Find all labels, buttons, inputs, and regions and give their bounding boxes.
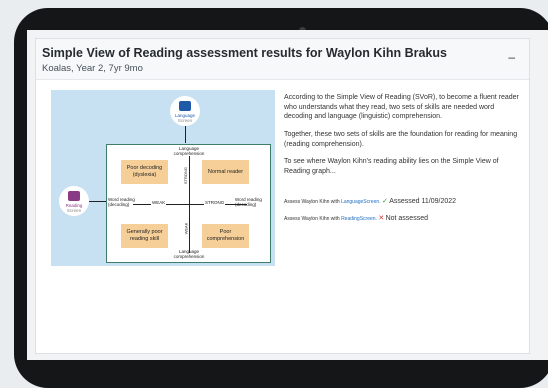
weak-vertical-label: WEAK xyxy=(183,222,189,235)
collapse-button[interactable]: – xyxy=(508,50,515,64)
bottom-axis-label: Language comprehension xyxy=(173,249,205,259)
strong-vertical-label: STRONG xyxy=(183,166,189,185)
reading-status: Not assessed xyxy=(385,215,428,222)
screen: Simple View of Reading assessment result… xyxy=(27,30,548,360)
check-icon: ✓ xyxy=(381,198,388,205)
svor-description: According to the Simple View of Reading … xyxy=(284,93,519,185)
strong-horizontal-label: STRONG xyxy=(204,200,226,205)
svor-diagram: Language Screen Reading Screen Language … xyxy=(51,90,275,266)
card-header: Simple View of Reading assessment result… xyxy=(36,39,529,80)
reading-screen-icon xyxy=(68,191,80,201)
quadrant-poor-decoding: Poor decoding (dyslexia) xyxy=(121,160,168,184)
right-axis-label: Word reading (decoding) xyxy=(235,197,262,207)
reading-screen-badge: Reading Screen xyxy=(59,186,89,216)
arrow-right-icon xyxy=(89,201,106,202)
svor-grid: Language comprehension Poor decoding (dys… xyxy=(106,144,271,263)
language-status: Assessed 11/09/2022 xyxy=(389,198,457,205)
assessment-row-language: Assess Waylon Kihn with LanguageScreen. … xyxy=(284,198,457,205)
weak-horizontal-label: WEAK xyxy=(151,200,167,205)
assessment-row-reading: Assess Waylon Kihn with ReadingScreen. ✕… xyxy=(284,215,428,222)
reading-screen-label-line2: Screen xyxy=(66,208,82,213)
left-axis-label: Word reading (decoding) xyxy=(108,197,135,207)
arrow-down-icon xyxy=(185,126,186,143)
results-card: Simple View of Reading assessment result… xyxy=(35,38,530,354)
description-paragraph-3: To see where Waylon Kihn's reading abili… xyxy=(284,158,499,175)
language-screen-link[interactable]: LanguageScreen. xyxy=(341,199,380,205)
top-axis-label: Language comprehension xyxy=(173,146,205,156)
description-paragraph-2: Together, these two sets of skills are t… xyxy=(284,130,518,148)
reading-screen-link[interactable]: ReadingScreen. xyxy=(341,216,377,222)
quadrant-generally-poor: Generally poor reading skill xyxy=(121,224,168,248)
language-screen-badge: Language Screen xyxy=(170,96,200,126)
quadrant-normal-reader: Normal reader xyxy=(202,160,249,184)
page-subtitle: Koalas, Year 2, 7yr 9mo xyxy=(42,63,143,74)
page-title: Simple View of Reading assessment result… xyxy=(42,46,447,60)
language-screen-icon xyxy=(179,101,191,111)
language-screen-label-line2: Screen xyxy=(177,118,193,123)
cross-icon: ✕ xyxy=(378,215,385,222)
quadrant-poor-comprehension: Poor comprehension xyxy=(202,224,249,248)
description-paragraph-1: According to the Simple View of Reading … xyxy=(284,94,519,121)
